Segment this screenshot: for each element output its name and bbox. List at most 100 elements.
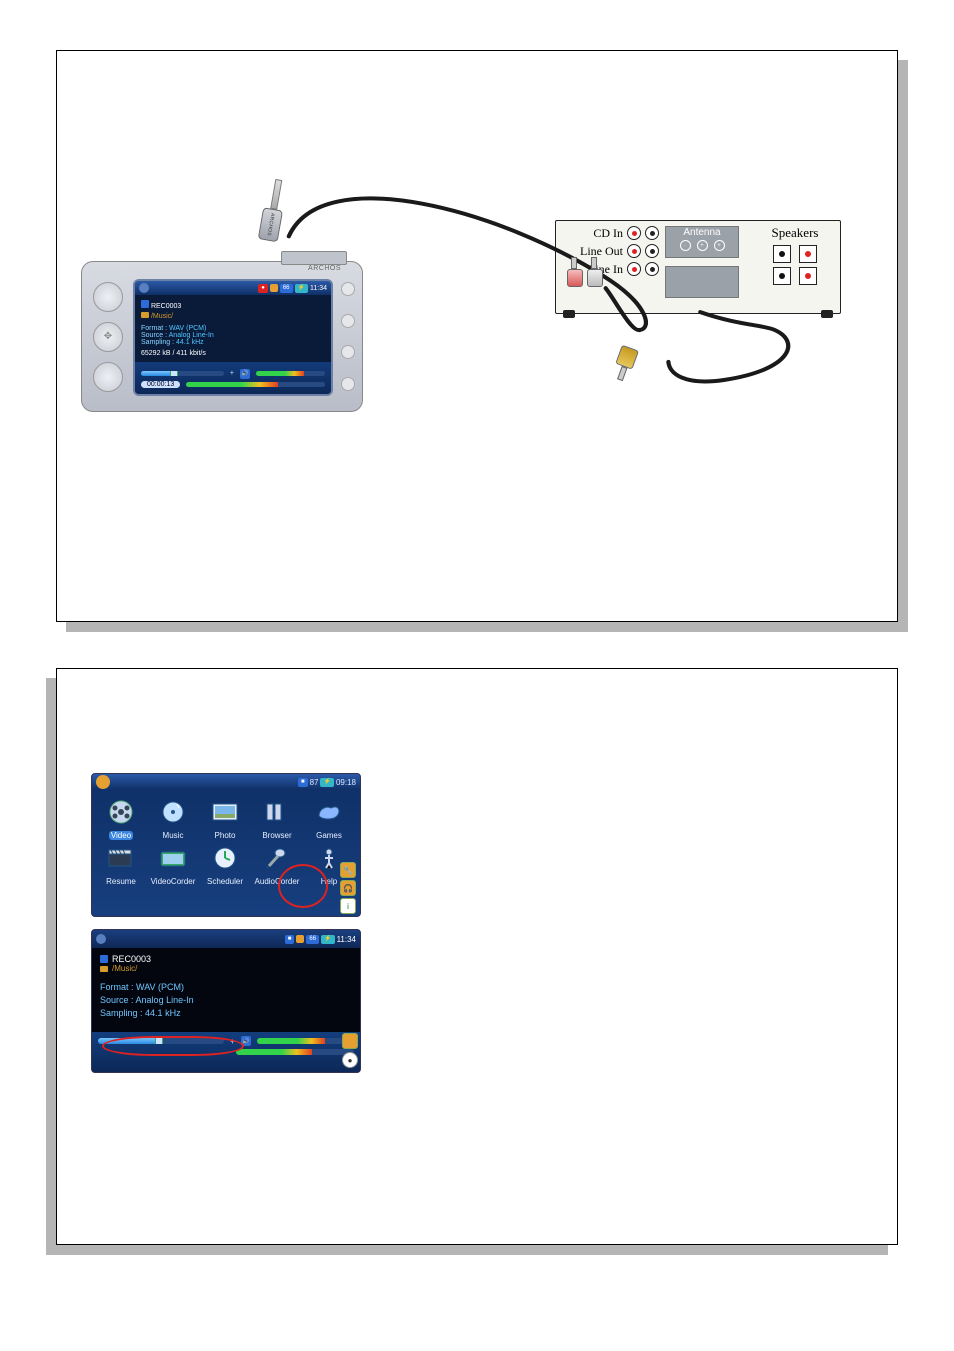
menu-label: VideoCorder [151,877,196,886]
antenna-terminal[interactable]: + [697,240,708,251]
highlight-circle-icon [278,864,328,908]
portable-media-player: ARCHOS ✥ [81,261,363,412]
menu-item-resume[interactable]: Resume [98,842,144,886]
folder-icon [141,312,149,318]
adapter-label: ARCHOS [258,207,283,242]
antenna-label: Antenna [666,227,738,238]
speaker-jack-left-red[interactable] [799,245,817,263]
rca-plug-yellow [612,349,637,383]
level-meter-right [236,1049,354,1055]
tv-icon [154,842,192,874]
control-button-icon[interactable] [93,362,123,392]
format-label: Format : [141,325,167,332]
info-tab-icon[interactable]: i [340,898,356,914]
settings-tab-icon[interactable]: 🔧 [340,862,356,878]
sampling-label: Sampling : [141,339,174,346]
device-right-controls [339,273,357,400]
device-brand: ARCHOS [308,265,341,272]
lock-icon [270,284,278,292]
rca-plug-white [587,257,601,283]
file-size-bitrate: 65292 kB / 411 kbit/s [141,350,325,357]
side-help-tabs: 🔧 🎧 i [340,862,356,914]
device-left-controls: ✥ [87,261,129,412]
line-out-jack-red[interactable] [627,244,641,258]
source-value: Analog Line-In [169,332,214,339]
level-meter-right [186,382,325,387]
menu-statusbar: ■ 87 ⚡ 09:18 [92,774,360,790]
music-note-icon [141,300,149,308]
clapboard-icon [102,842,140,874]
menu-item-scheduler[interactable]: Scheduler [202,842,248,886]
rca-plug-red [567,257,581,283]
dpad-icon[interactable]: ✥ [93,322,123,352]
folder-icon [100,966,108,972]
sun-icon[interactable] [96,775,110,789]
speaker-jack-right-black[interactable] [773,267,791,285]
line-in-jack-red[interactable] [627,262,641,276]
menu-item-video[interactable]: Video [98,796,144,840]
menu-label: Photo [215,831,236,840]
clock: 11:34 [310,285,327,292]
menu-item-browser[interactable]: Browser [254,796,300,840]
source-label: Source : [100,995,134,1005]
clock: 09:18 [336,778,356,787]
menu-item-videocorder[interactable]: VideoCorder [150,842,196,886]
browser-icon [258,796,296,828]
menu-label: Games [316,831,342,840]
gain-slider[interactable] [141,371,224,376]
speaker-jack-right-red[interactable] [799,267,817,285]
menu-item-music[interactable]: Music [150,796,196,840]
control-wheel-icon[interactable] [93,282,123,312]
side-button[interactable] [341,282,355,296]
cd-in-label: CD In [593,226,623,241]
clock-icon [206,842,244,874]
format-label: Format : [100,982,134,992]
sampling-label: Sampling : [100,1008,143,1018]
recording-folder: /Music/ [112,964,137,973]
source-value: Analog Line-In [136,995,194,1005]
cd-in-jack-white[interactable] [645,226,659,240]
screens-panel: ■ 87 ⚡ 09:18 Video [56,668,898,1245]
volume-level: 87 [310,778,319,787]
sampling-value: 44.1 kHz [145,1008,181,1018]
side-button[interactable] [341,345,355,359]
lock-icon [296,935,304,943]
recording-folder: /Music/ [151,313,173,320]
recording-name: REC0003 [112,954,151,964]
speaker-jack-left-black[interactable] [773,245,791,263]
menu-label: Browser [262,831,291,840]
antenna-terminal[interactable]: · [680,240,691,251]
source-label: Source : [141,332,167,339]
status-icon: ⚡ [321,935,334,944]
antenna-panel: Antenna · + + [665,226,739,258]
stop-indicator-icon: ■ [285,935,295,944]
menu-label: Music [163,831,184,840]
clock: 11:34 [337,935,356,944]
home-icon[interactable] [139,283,149,293]
context-tab-icon[interactable] [342,1033,358,1049]
home-icon[interactable] [96,934,106,944]
record-indicator-icon: ● [258,284,268,293]
film-reel-icon [102,796,140,828]
antenna-terminal[interactable]: + [714,240,725,251]
headphones-tab-icon[interactable]: 🎧 [340,880,356,896]
menu-label: Scheduler [207,877,243,886]
format-value: WAV (PCM) [136,982,184,992]
line-out-jack-white[interactable] [645,244,659,258]
menu-label: Video [109,831,133,840]
menu-item-games[interactable]: Games [306,796,352,840]
speaker-icon[interactable]: 🔊 [240,369,250,379]
home-menu-screen: ■ 87 ⚡ 09:18 Video [91,773,361,917]
power-panel [665,266,739,298]
cd-in-jack-red[interactable] [627,226,641,240]
line-in-jack-white[interactable] [645,262,659,276]
record-tab-icon[interactable]: ● [342,1052,358,1068]
audiocorder-screen: ■ 66 ⚡ 11:34 REC0003 /Music/ Format : WA… [91,929,361,1073]
side-button[interactable] [341,377,355,391]
menu-label: Resume [106,877,136,886]
status-icon: ⚡ [295,284,308,293]
menu-row-1: Video Music Photo [92,790,360,842]
games-icon [310,796,348,828]
side-button[interactable] [341,314,355,328]
menu-item-photo[interactable]: Photo [202,796,248,840]
